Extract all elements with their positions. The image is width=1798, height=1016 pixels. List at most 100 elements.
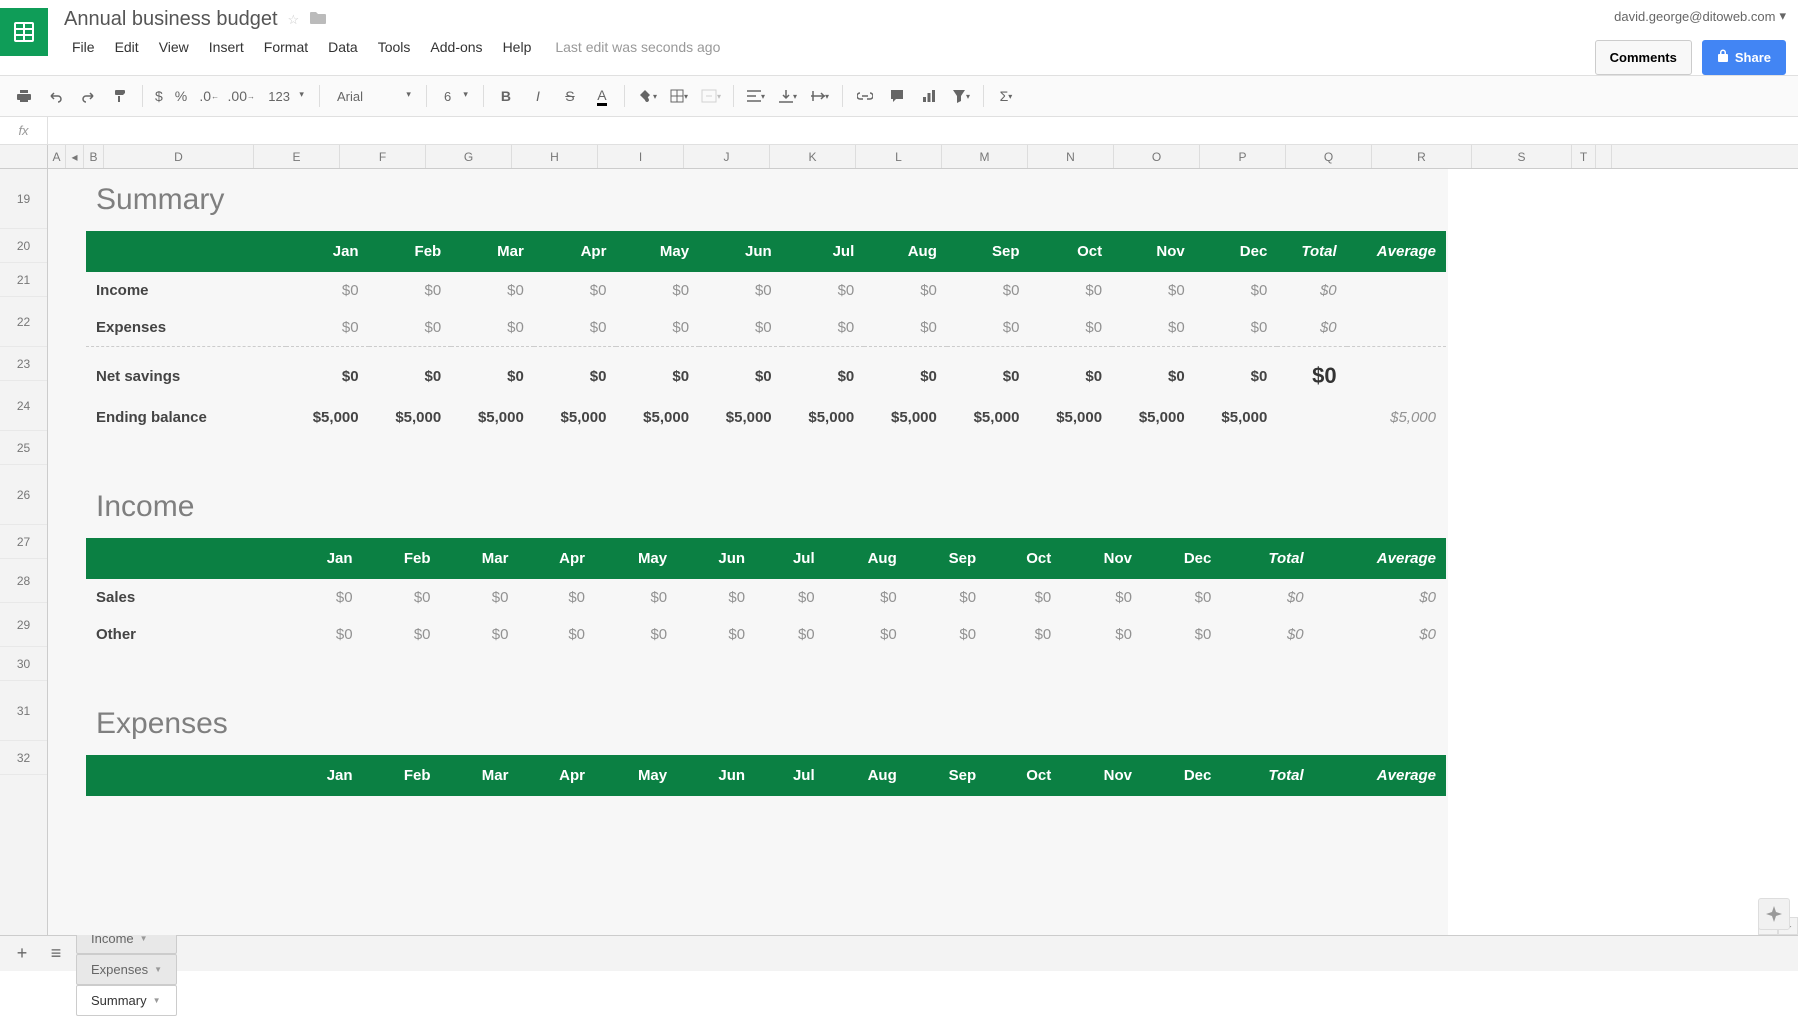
data-cell[interactable]: $0 [907,616,986,653]
sheets-logo[interactable] [0,8,48,56]
data-cell[interactable]: $0 [369,347,452,400]
data-cell[interactable]: $0 [1112,347,1195,400]
data-cell[interactable]: $5,000 [1112,399,1195,436]
font-select[interactable]: Arial [328,84,418,109]
data-cell[interactable]: $0 [947,347,1030,400]
print-icon[interactable] [10,82,38,110]
data-cell[interactable]: $0 [286,309,369,347]
data-cell[interactable]: $5,000 [699,399,782,436]
col-header[interactable]: T [1572,145,1596,168]
data-cell[interactable]: $0 [755,579,825,616]
row-header[interactable]: 24 [0,381,47,431]
data-cell[interactable]: $0 [1142,579,1221,616]
total-cell[interactable]: $0 [1277,309,1346,347]
data-cell[interactable]: $5,000 [534,399,617,436]
sheet-tab-expenses[interactable]: Expenses ▼ [76,954,177,985]
data-cell[interactable]: $0 [1029,309,1112,347]
data-cell[interactable]: $0 [595,616,677,653]
col-header[interactable]: H [512,145,598,168]
data-cell[interactable]: $0 [286,616,363,653]
row-header[interactable]: 26 [0,465,47,525]
col-header[interactable]: M [942,145,1028,168]
data-cell[interactable]: $0 [755,616,825,653]
bold-button[interactable]: B [492,82,520,110]
col-header[interactable]: G [426,145,512,168]
v-align-icon[interactable]: ▾ [774,82,802,110]
data-cell[interactable]: $5,000 [1029,399,1112,436]
text-color-button[interactable]: A [588,82,616,110]
data-cell[interactable]: $0 [616,309,699,347]
menu-insert[interactable]: Insert [201,35,252,59]
menu-addons[interactable]: Add-ons [422,35,490,59]
data-cell[interactable]: $0 [286,579,363,616]
h-align-icon[interactable]: ▾ [742,82,770,110]
data-cell[interactable]: $0 [451,347,534,400]
data-cell[interactable]: $0 [1195,347,1278,400]
sheet-canvas[interactable]: SummaryJanFebMarAprMayJunJulAugSepOctNov… [48,169,1798,935]
number-format-select[interactable]: 123 [259,84,311,109]
select-all-corner[interactable] [0,145,48,168]
data-cell[interactable]: $0 [864,347,947,400]
data-cell[interactable]: $5,000 [451,399,534,436]
text-wrap-icon[interactable]: ▾ [806,82,834,110]
redo-icon[interactable] [74,82,102,110]
col-header[interactable]: O [1114,145,1200,168]
data-cell[interactable]: $0 [441,616,519,653]
col-header[interactable]: Q [1286,145,1372,168]
col-header[interactable]: N [1028,145,1114,168]
data-cell[interactable]: $0 [947,309,1030,347]
row-label[interactable]: Ending balance [86,399,286,436]
data-cell[interactable]: $0 [518,579,595,616]
col-header[interactable] [1596,145,1612,168]
paint-format-icon[interactable] [106,82,134,110]
data-cell[interactable]: $0 [1061,616,1142,653]
data-cell[interactable]: $0 [595,579,677,616]
data-cell[interactable]: $0 [947,272,1030,309]
data-cell[interactable]: $0 [864,272,947,309]
data-cell[interactable]: $0 [677,579,755,616]
row-header[interactable]: 32 [0,741,47,775]
share-button[interactable]: Share [1702,40,1786,75]
account-menu[interactable]: david.george@ditoweb.com ▾ [1614,8,1786,24]
data-cell[interactable]: $0 [1112,272,1195,309]
sheet-tab-summary[interactable]: Summary ▼ [76,985,177,1016]
row-label[interactable]: Income [86,272,286,309]
data-cell[interactable]: $0 [441,579,519,616]
increase-decimal-icon[interactable]: .00→ [227,82,255,110]
menu-file[interactable]: File [64,35,103,59]
col-header[interactable]: L [856,145,942,168]
col-header[interactable]: F [340,145,426,168]
row-header[interactable]: 22 [0,297,47,347]
data-cell[interactable]: $0 [1142,616,1221,653]
data-cell[interactable]: $0 [286,272,369,309]
avg-cell[interactable] [1347,272,1446,309]
data-cell[interactable]: $0 [534,347,617,400]
data-cell[interactable]: $0 [616,272,699,309]
data-cell[interactable]: $0 [782,309,865,347]
col-collapse-icon[interactable]: ◂ [66,145,84,168]
avg-cell[interactable]: $0 [1314,579,1446,616]
data-cell[interactable]: $0 [986,616,1061,653]
data-cell[interactable]: $0 [451,309,534,347]
row-label[interactable]: Other [86,616,286,653]
borders-icon[interactable]: ▾ [665,82,693,110]
data-cell[interactable]: $0 [699,272,782,309]
col-header[interactable]: J [684,145,770,168]
data-cell[interactable]: $0 [782,347,865,400]
data-cell[interactable]: $0 [286,347,369,400]
star-icon[interactable]: ☆ [288,12,300,28]
data-cell[interactable]: $0 [451,272,534,309]
total-cell[interactable] [1277,399,1346,436]
currency-button[interactable]: $ [151,88,167,104]
data-cell[interactable]: $5,000 [782,399,865,436]
data-cell[interactable]: $0 [534,309,617,347]
menu-view[interactable]: View [151,35,197,59]
data-cell[interactable]: $0 [782,272,865,309]
decrease-decimal-icon[interactable]: .0← [195,82,223,110]
menu-edit[interactable]: Edit [107,35,147,59]
col-header[interactable]: B [84,145,104,168]
menu-tools[interactable]: Tools [370,35,419,59]
total-cell[interactable]: $0 [1277,347,1346,400]
data-cell[interactable]: $0 [825,579,907,616]
data-cell[interactable]: $0 [1061,579,1142,616]
